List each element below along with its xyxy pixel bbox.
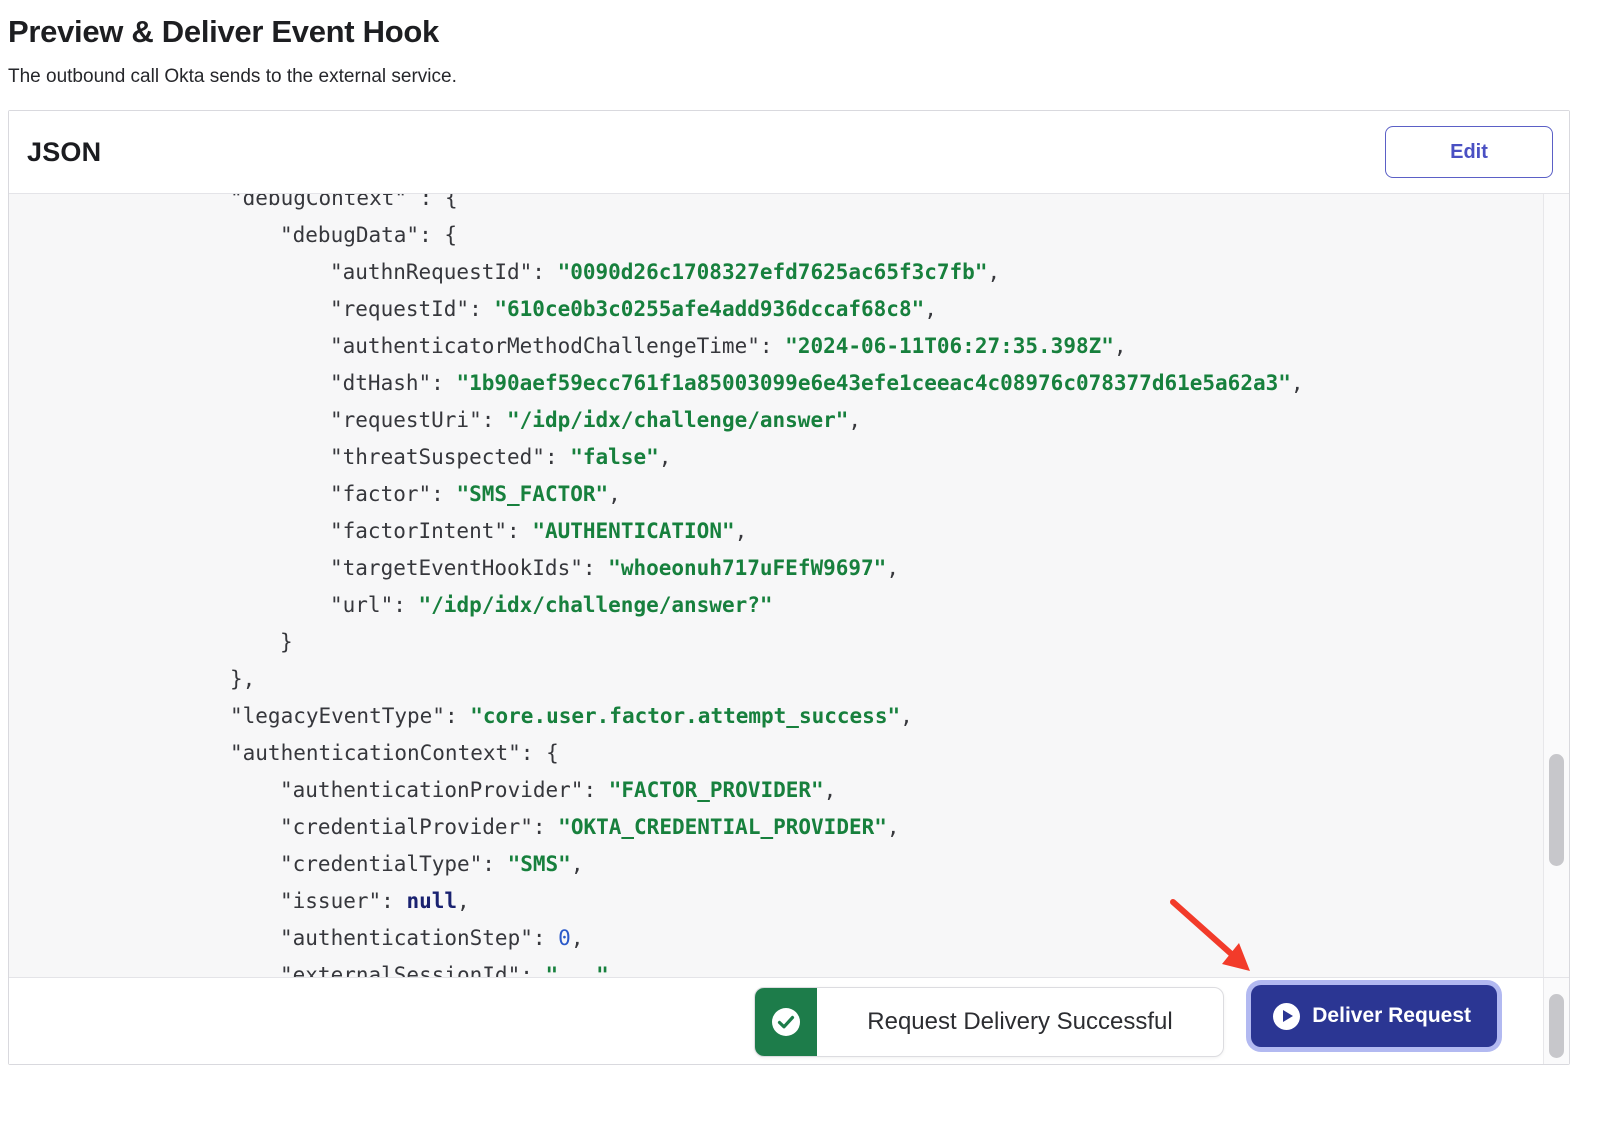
scrollbar-thumb-lower[interactable] <box>1549 994 1564 1058</box>
deliver-request-label: Deliver Request <box>1312 1004 1471 1028</box>
deliver-request-button[interactable]: Deliver Request <box>1251 985 1497 1047</box>
code-line: "threatSuspected": "false", <box>9 439 1543 476</box>
json-panel: JSON Edit "debugContext" : {"debugData":… <box>8 110 1570 1065</box>
edit-button[interactable]: Edit <box>1385 126 1553 178</box>
code-line: "targetEventHookIds": "whoeonuh717uFEfW9… <box>9 550 1543 587</box>
code-line: "authenticationProvider": "FACTOR_PROVID… <box>9 772 1543 809</box>
code-line: } <box>9 624 1543 661</box>
toast-green-cap <box>755 988 817 1056</box>
code-line: "credentialType": "SMS", <box>9 846 1543 883</box>
code-line: "factor": "SMS_FACTOR", <box>9 476 1543 513</box>
code-line: "authenticationStep": 0, <box>9 920 1543 957</box>
scrollbar-track[interactable] <box>1543 194 1569 1064</box>
page-subtitle: The outbound call Okta sends to the exte… <box>8 66 457 88</box>
success-toast: Request Delivery Successful <box>754 987 1224 1057</box>
play-icon <box>1273 1003 1300 1030</box>
code-line: "requestId": "610ce0b3c0255afe4add936dcc… <box>9 291 1543 328</box>
code-line: "legacyEventType": "core.user.factor.att… <box>9 698 1543 735</box>
page: Preview & Deliver Event Hook The outboun… <box>0 0 1600 1134</box>
check-circle-icon <box>767 1003 805 1041</box>
panel-title: JSON <box>27 137 101 168</box>
code-line: "authnRequestId": "0090d26c1708327efd762… <box>9 254 1543 291</box>
code-line: "externalSessionId": "..." <box>9 957 1543 979</box>
toast-message: Request Delivery Successful <box>817 988 1223 1056</box>
json-code: "debugContext" : {"debugData": {"authnRe… <box>9 194 1543 979</box>
scrollbar-thumb-upper[interactable] <box>1549 754 1564 866</box>
code-line: "debugContext" : { <box>9 194 1543 217</box>
code-line: "authenticatorMethodChallengeTime": "202… <box>9 328 1543 365</box>
code-line: }, <box>9 661 1543 698</box>
page-title: Preview & Deliver Event Hook <box>8 14 439 50</box>
code-line: "issuer": null, <box>9 883 1543 920</box>
panel-header: JSON Edit <box>9 111 1569 194</box>
json-code-area[interactable]: "debugContext" : {"debugData": {"authnRe… <box>9 194 1543 979</box>
panel-footer: Request Delivery Successful Deliver Requ… <box>9 977 1543 1064</box>
code-line: "requestUri": "/idp/idx/challenge/answer… <box>9 402 1543 439</box>
code-line: "authenticationContext": { <box>9 735 1543 772</box>
code-line: "dtHash": "1b90aef59ecc761f1a85003099e6e… <box>9 365 1543 402</box>
code-line: "credentialProvider": "OKTA_CREDENTIAL_P… <box>9 809 1543 846</box>
code-line: "debugData": { <box>9 217 1543 254</box>
code-line: "url": "/idp/idx/challenge/answer?" <box>9 587 1543 624</box>
code-line: "factorIntent": "AUTHENTICATION", <box>9 513 1543 550</box>
